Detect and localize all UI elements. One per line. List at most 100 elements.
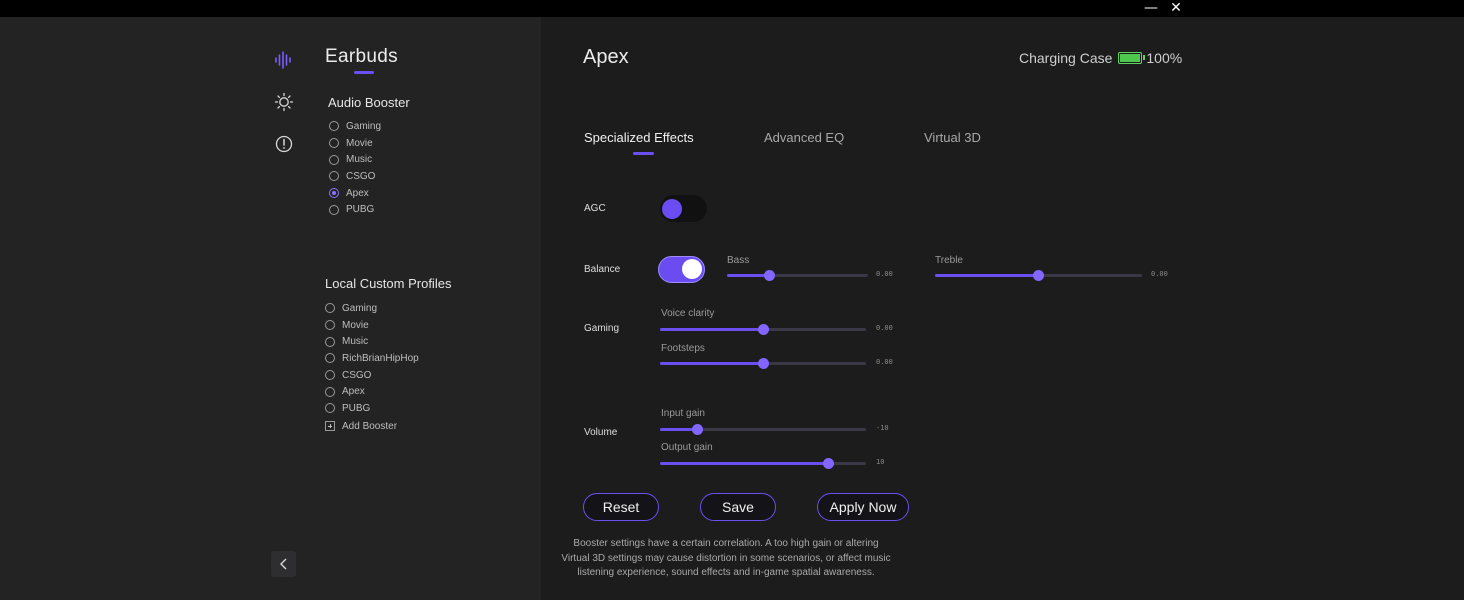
audio-booster-option-label: PUBG xyxy=(346,204,375,216)
charging-status: Charging Case 100% xyxy=(1019,50,1182,66)
local-profile-option-label: CSGO xyxy=(342,369,372,381)
close-button[interactable]: ✕ xyxy=(1166,0,1186,17)
local-profile-option-label: PUBG xyxy=(342,402,371,414)
title-bar: — ✕ xyxy=(0,0,1464,17)
add-booster-button[interactable]: Add Booster xyxy=(325,418,419,435)
brightness-icon[interactable] xyxy=(273,91,295,113)
footsteps-slider-thumb[interactable] xyxy=(757,357,769,369)
local-profile-option-label: Apex xyxy=(342,386,365,398)
audio-booster-option[interactable]: Gaming xyxy=(329,118,381,135)
active-tab-underline xyxy=(633,152,654,155)
output-gain-label: Output gain xyxy=(661,442,713,453)
gaming-label: Gaming xyxy=(584,323,620,334)
radio-button[interactable] xyxy=(329,188,339,199)
device-title-underline xyxy=(354,71,374,74)
footsteps-value: 0.00 xyxy=(876,358,893,366)
local-profile-option-label: Movie xyxy=(342,319,369,331)
radio-button[interactable] xyxy=(329,138,339,149)
audio-booster-list: Gaming Movie Music CSGO Apex PUBG xyxy=(329,118,381,218)
balance-toggle[interactable] xyxy=(658,256,705,283)
radio-button[interactable] xyxy=(329,204,339,215)
reset-button[interactable]: Reset xyxy=(583,493,659,521)
charging-label: Charging Case xyxy=(1019,50,1113,66)
radio-button[interactable] xyxy=(325,353,335,364)
audio-booster-option-label: CSGO xyxy=(346,170,376,182)
battery-icon xyxy=(1118,52,1146,64)
minimize-icon: — xyxy=(1144,0,1158,16)
chevron-left-icon xyxy=(279,558,286,570)
bass-slider-thumb[interactable] xyxy=(763,269,775,281)
input-gain-label: Input gain xyxy=(661,408,705,419)
input-gain-slider[interactable] xyxy=(660,423,866,435)
local-profile-option[interactable]: Music xyxy=(325,333,419,350)
radio-button[interactable] xyxy=(329,121,339,132)
audio-booster-option-label: Apex xyxy=(346,187,369,199)
radio-button[interactable] xyxy=(325,336,335,347)
info-icon[interactable] xyxy=(273,133,295,155)
sidebar-panel xyxy=(0,17,541,600)
local-profiles-title: Local Custom Profiles xyxy=(325,276,452,291)
apply-now-button[interactable]: Apply Now xyxy=(817,493,909,521)
input-gain-value: -10 xyxy=(876,424,889,432)
audio-booster-title: Audio Booster xyxy=(328,95,410,110)
local-profile-option[interactable]: RichBrianHipHop xyxy=(325,350,419,367)
local-profile-option-label: Gaming xyxy=(342,302,378,314)
add-booster-label: Add Booster xyxy=(342,420,398,432)
agc-label: AGC xyxy=(584,203,606,214)
tab-advanced-eq[interactable]: Advanced EQ xyxy=(764,130,844,145)
output-gain-slider-thumb[interactable] xyxy=(823,457,835,469)
footsteps-slider[interactable] xyxy=(660,357,866,369)
radio-button[interactable] xyxy=(329,171,339,182)
audio-booster-option-label: Music xyxy=(346,154,373,166)
profile-title: Apex xyxy=(583,46,629,68)
footsteps-label: Footsteps xyxy=(661,343,705,354)
local-profiles-list: Gaming Movie Music RichBrianHipHop CSGO Apex P… xyxy=(325,300,419,435)
local-profile-option[interactable]: Apex xyxy=(325,383,419,400)
audio-booster-option-label: Movie xyxy=(346,137,373,149)
bass-value: 0.00 xyxy=(876,270,893,278)
treble-slider-thumb[interactable] xyxy=(1033,269,1044,281)
plus-square-icon xyxy=(325,421,335,432)
save-button[interactable]: Save xyxy=(700,493,776,521)
audio-booster-option-label: Gaming xyxy=(346,120,382,132)
local-profile-option[interactable]: CSGO xyxy=(325,367,419,384)
radio-button[interactable] xyxy=(325,303,335,314)
output-gain-slider[interactable] xyxy=(660,457,866,469)
radio-button[interactable] xyxy=(325,403,335,414)
radio-button[interactable] xyxy=(325,320,335,331)
device-title: Earbuds xyxy=(325,46,398,67)
local-profile-option[interactable]: Gaming xyxy=(325,300,419,317)
battery-percent: 100% xyxy=(1146,50,1183,66)
audio-booster-option[interactable]: PUBG xyxy=(329,201,381,218)
voice-clarity-value: 0.00 xyxy=(876,324,893,332)
audio-booster-option[interactable]: Movie xyxy=(329,135,381,152)
output-gain-value: 10 xyxy=(876,458,885,466)
volume-label: Volume xyxy=(584,427,618,438)
local-profile-option[interactable]: PUBG xyxy=(325,400,419,417)
booster-warning-note: Booster settings have a certain correlat… xyxy=(561,538,891,578)
audio-booster-option[interactable]: Apex xyxy=(329,185,381,202)
balance-label: Balance xyxy=(584,264,621,275)
treble-slider[interactable] xyxy=(935,269,1142,281)
local-profile-option-label: RichBrianHipHop xyxy=(342,352,419,364)
audio-booster-option[interactable]: CSGO xyxy=(329,168,381,185)
radio-button[interactable] xyxy=(325,370,335,381)
voice-clarity-label: Voice clarity xyxy=(661,308,715,319)
input-gain-slider-thumb[interactable] xyxy=(691,423,703,435)
audio-wave-icon[interactable] xyxy=(273,49,295,71)
tab-virtual-3d[interactable]: Virtual 3D xyxy=(924,130,981,145)
voice-clarity-slider[interactable] xyxy=(660,323,866,335)
radio-button[interactable] xyxy=(325,386,335,397)
tab-specialized-effects[interactable]: Specialized Effects xyxy=(584,130,694,145)
audio-booster-option[interactable]: Music xyxy=(329,151,381,168)
radio-button[interactable] xyxy=(329,154,339,165)
collapse-sidebar-button[interactable] xyxy=(271,551,296,577)
close-icon: ✕ xyxy=(1170,0,1182,16)
bass-slider[interactable] xyxy=(727,269,868,281)
local-profile-option[interactable]: Movie xyxy=(325,317,419,334)
voice-clarity-slider-thumb[interactable] xyxy=(757,323,769,335)
agc-toggle[interactable] xyxy=(660,195,707,222)
minimize-button[interactable]: — xyxy=(1141,0,1161,17)
agc-toggle-knob xyxy=(662,198,682,219)
treble-label: Treble xyxy=(935,255,963,266)
